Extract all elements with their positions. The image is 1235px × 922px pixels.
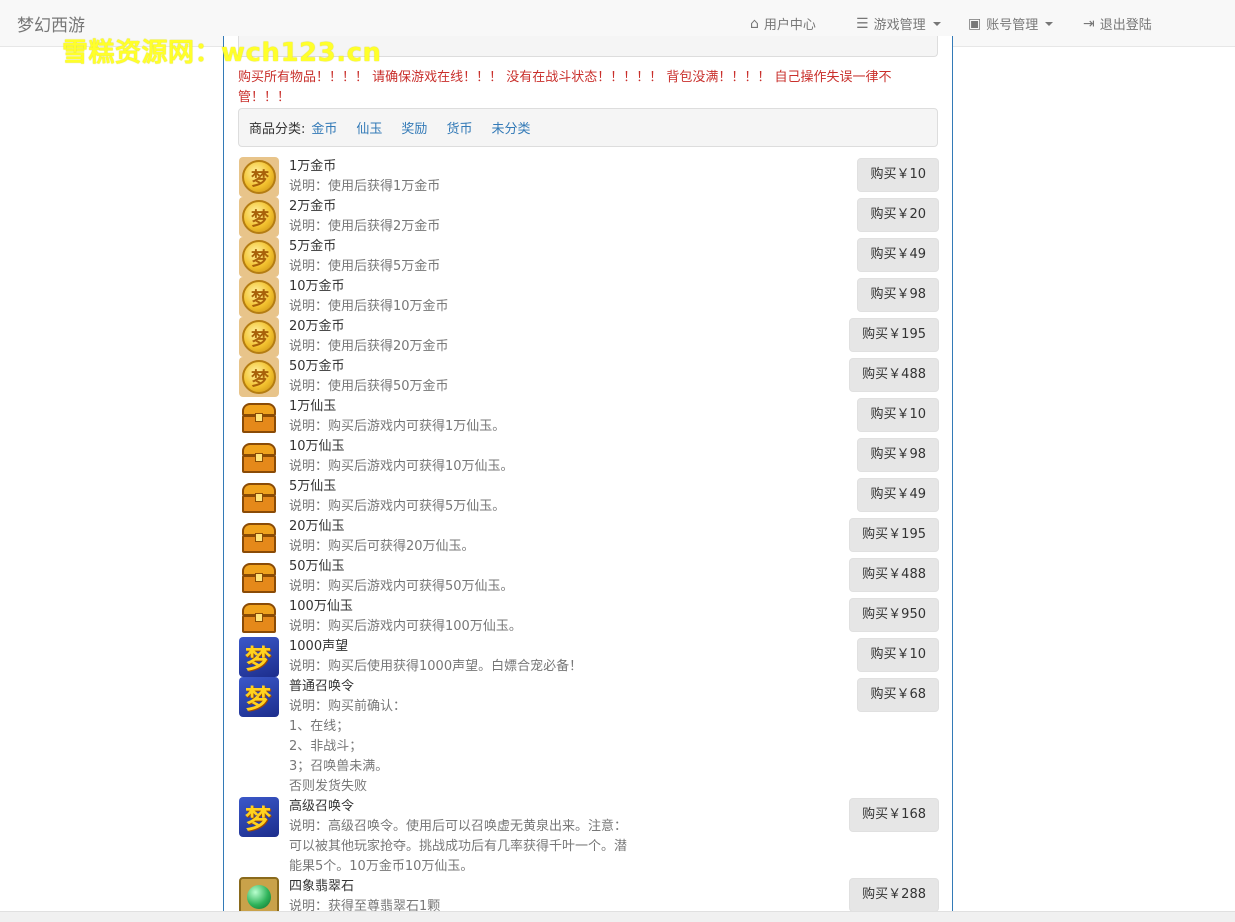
item-description: 说明：购买前确认： 1、在线； 2、非战斗； 3；召唤兽未满。 否则发货失败 — [289, 699, 407, 794]
item-description: 说明：高级召唤令。使用后可以召唤虚无黄泉出来。注意：可以被其他玩家抢夺。挑战成功… — [289, 819, 628, 874]
item-name: 1万金币 — [289, 159, 337, 174]
buy-button[interactable]: 购买￥488 — [849, 558, 939, 592]
home-icon: ⌂ — [750, 15, 759, 32]
item-description: 说明：使用后获得1万金币 — [289, 179, 441, 194]
category-link-currency[interactable]: 货币 — [446, 118, 472, 137]
nav-user-center-label: 用户中心 — [763, 18, 816, 33]
gold-coin-icon: 梦 — [239, 317, 279, 357]
buy-button[interactable]: 购买￥10 — [857, 638, 939, 672]
item-description: 说明：购买后游戏内可获得10万仙玉。 — [289, 459, 514, 474]
item-name: 1万仙玉 — [289, 399, 337, 414]
site-watermark: 雪糕资源网：wch123.cn — [62, 38, 382, 68]
item-name: 四象翡翠石 — [289, 879, 355, 894]
buy-button[interactable]: 购买￥950 — [849, 598, 939, 632]
meng-logo-icon: 梦 — [239, 637, 279, 677]
buy-button[interactable]: 购买￥98 — [857, 278, 939, 312]
bottom-scrollbar[interactable] — [0, 911, 1235, 922]
item-name: 1000声望 — [289, 639, 349, 654]
gold-coin-icon: 梦 — [239, 237, 279, 277]
item-description: 说明：购买后游戏内可获得50万仙玉。 — [289, 579, 514, 594]
item-description: 说明：购买后游戏内可获得5万仙玉。 — [289, 499, 506, 514]
buy-button[interactable]: 购买￥195 — [849, 518, 939, 552]
treasure-chest-icon — [239, 517, 279, 557]
buy-button[interactable]: 购买￥49 — [857, 238, 939, 272]
item-description: 说明：使用后获得20万金币 — [289, 339, 449, 354]
buy-button[interactable]: 购买￥98 — [857, 438, 939, 472]
buy-button[interactable]: 购买￥68 — [857, 678, 939, 712]
buy-button[interactable]: 购买￥10 — [857, 398, 939, 432]
nav-account-management[interactable]: ▣ 账号管理 — [968, 14, 1054, 33]
gold-coin-icon: 梦 — [239, 357, 279, 397]
item-name: 普通召唤令 — [289, 679, 355, 694]
item-name: 50万金币 — [289, 359, 345, 374]
item-description: 说明：购买后游戏内可获得1万仙玉。 — [289, 419, 506, 434]
id-card-icon: ▣ — [968, 15, 982, 32]
buy-button[interactable]: 购买￥20 — [857, 198, 939, 232]
buy-button[interactable]: 购买￥49 — [857, 478, 939, 512]
nav-user-center[interactable]: ⌂ 用户中心 — [750, 14, 816, 34]
nav-game-management[interactable]: ☰ 游戏管理 — [856, 14, 941, 33]
item-description: 说明：使用后获得50万金币 — [289, 379, 449, 394]
nav-game-management-label: 游戏管理 — [873, 18, 926, 33]
category-link-reward[interactable]: 奖励 — [401, 118, 427, 137]
purchase-warning: 购买所有物品！！！！ 请确保游戏在线！！！ 没有在战斗状态！！！！！ 背包没满！… — [238, 70, 892, 105]
nav-account-management-label: 账号管理 — [986, 18, 1039, 33]
chevron-down-icon — [932, 21, 941, 26]
item-description: 说明：购买后游戏内可获得100万仙玉。 — [289, 619, 522, 634]
item-description: 说明：购买后可获得20万仙玉。 — [289, 539, 475, 554]
gold-coin-icon: 梦 — [239, 157, 279, 197]
category-link-gold[interactable]: 金币 — [311, 118, 337, 137]
sliders-icon: ☰ — [856, 15, 869, 32]
meng-logo-icon: 梦 — [239, 677, 279, 717]
gold-coin-icon: 梦 — [239, 197, 279, 237]
item-name: 100万仙玉 — [289, 599, 353, 614]
item-name: 10万仙玉 — [289, 439, 345, 454]
category-bar: 商品分类: 金币 仙玉 奖励 货币 未分类 — [238, 108, 938, 147]
nav-logout-label: 退出登陆 — [1099, 18, 1152, 33]
item-description: 说明：购买后使用获得1000声望。白嫖合宠必备！ — [289, 659, 583, 674]
buy-button[interactable]: 购买￥168 — [849, 798, 939, 832]
item-name: 20万仙玉 — [289, 519, 345, 534]
item-name: 50万仙玉 — [289, 559, 345, 574]
item-name: 5万金币 — [289, 239, 337, 254]
buy-button[interactable]: 购买￥10 — [857, 158, 939, 192]
item-name: 5万仙玉 — [289, 479, 337, 494]
buy-button[interactable]: 购买￥288 — [849, 878, 939, 912]
treasure-chest-icon — [239, 437, 279, 477]
item-name: 10万金币 — [289, 279, 345, 294]
logout-icon: ⇥ — [1083, 15, 1095, 32]
item-name: 高级召唤令 — [289, 799, 355, 814]
category-link-jade[interactable]: 仙玉 — [356, 118, 382, 137]
nav-logout[interactable]: ⇥ 退出登陆 — [1083, 14, 1152, 34]
treasure-chest-icon — [239, 557, 279, 597]
meng-logo-icon: 梦 — [239, 797, 279, 837]
chevron-down-icon — [1045, 21, 1054, 26]
category-link-uncategorized[interactable]: 未分类 — [491, 118, 530, 137]
item-description: 说明：使用后获得5万金币 — [289, 259, 441, 274]
item-description: 说明：使用后获得10万金币 — [289, 299, 449, 314]
treasure-chest-icon — [239, 397, 279, 437]
gold-coin-icon: 梦 — [239, 277, 279, 317]
shop-panel: 购买所有物品！！！！ 请确保游戏在线！！！ 没有在战斗状态！！！！！ 背包没满！… — [223, 36, 953, 922]
item-name: 2万金币 — [289, 199, 337, 214]
category-label: 商品分类: — [249, 122, 306, 137]
item-description: 说明：使用后获得2万金币 — [289, 219, 441, 234]
buy-button[interactable]: 购买￥195 — [849, 318, 939, 352]
treasure-chest-icon — [239, 597, 279, 637]
treasure-chest-icon — [239, 477, 279, 517]
item-name: 20万金币 — [289, 319, 345, 334]
buy-button[interactable]: 购买￥488 — [849, 358, 939, 392]
